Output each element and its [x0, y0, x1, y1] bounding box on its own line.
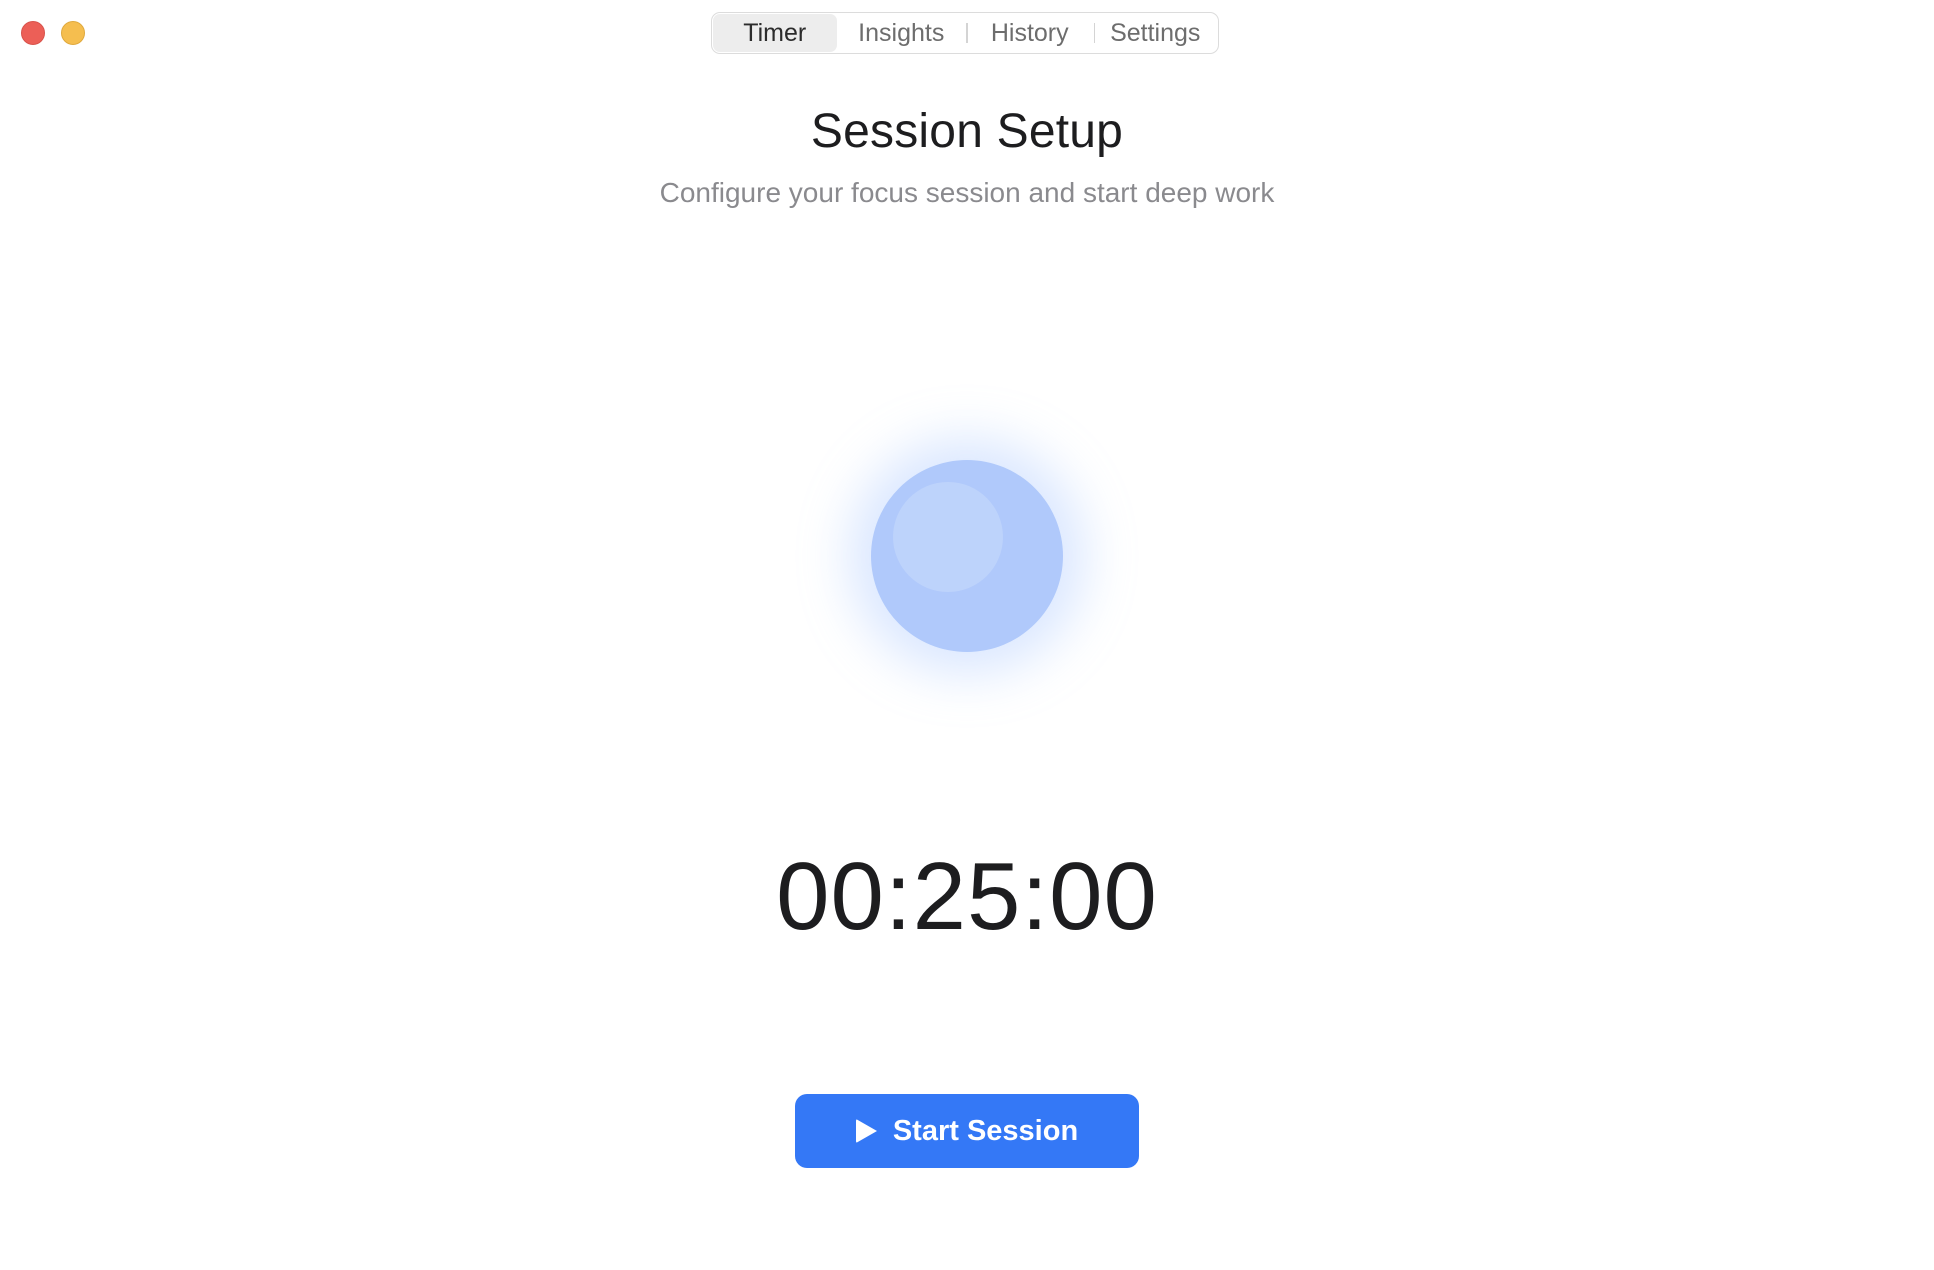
start-session-label: Start Session	[892, 1114, 1079, 1147]
play-icon	[855, 1119, 877, 1143]
start-session-button[interactable]: Start Session	[795, 1094, 1139, 1168]
tab-timer[interactable]: Timer	[713, 14, 837, 52]
tab-bar: Timer Insights History Settings	[711, 12, 1219, 54]
focus-orb-icon	[871, 460, 1063, 652]
page-subtitle: Configure your focus session and start d…	[659, 177, 1275, 208]
tab-history[interactable]: History	[966, 14, 1094, 52]
minimize-window-button[interactable]	[61, 21, 85, 45]
close-window-button[interactable]	[21, 21, 45, 45]
orb-highlight	[893, 482, 1003, 592]
window-controls	[21, 21, 85, 45]
focus-orb	[871, 460, 1063, 652]
tab-insights[interactable]: Insights	[837, 14, 966, 52]
tab-settings[interactable]: Settings	[1093, 14, 1218, 52]
app-window: Timer Insights History Settings Session …	[0, 0, 1934, 1270]
page-title: Session Setup	[810, 105, 1124, 158]
timer-display: 00:25:00	[776, 843, 1158, 950]
